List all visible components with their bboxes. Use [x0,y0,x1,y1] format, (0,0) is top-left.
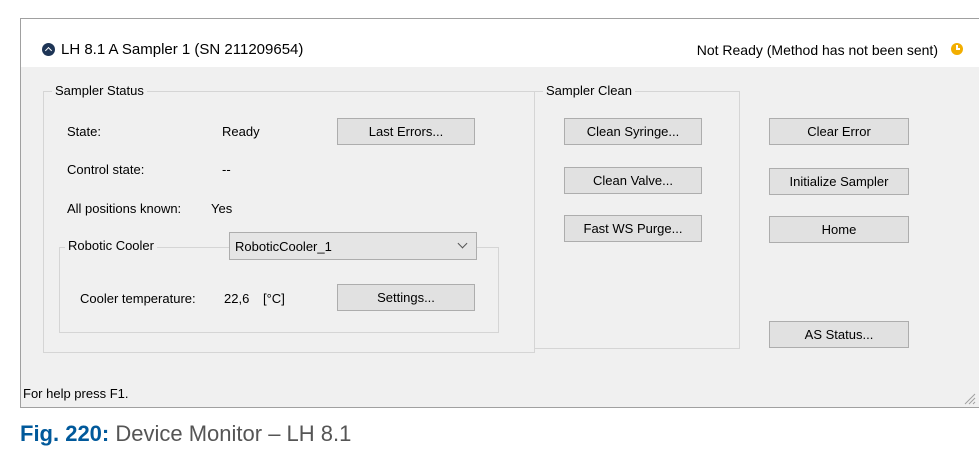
fast-ws-purge-button[interactable]: Fast WS Purge... [564,215,702,242]
cooler-temperature-value: 22,6 [224,291,250,306]
state-label: State: [67,124,101,139]
cooler-temperature-unit: [°C] [263,291,285,306]
sampler-status-label: Sampler Status [52,83,147,98]
cooler-temperature-label: Cooler temperature: [80,291,196,306]
help-text: For help press F1. [23,386,129,401]
last-errors-button[interactable]: Last Errors... [337,118,475,145]
figure-caption: Fig. 220: Device Monitor – LH 8.1 [20,421,351,447]
device-monitor-window: LH 8.1 A Sampler 1 (SN 211209654) Not Re… [20,18,979,408]
state-value: Ready [222,124,260,139]
initialize-sampler-button[interactable]: Initialize Sampler [769,168,909,195]
positions-known-label: All positions known: [67,201,182,216]
home-button[interactable]: Home [769,216,909,243]
positions-known-value: Yes [211,201,233,216]
clean-syringe-button[interactable]: Clean Syringe... [564,118,702,145]
title-bar: LH 8.1 A Sampler 1 (SN 211209654) Not Re… [21,19,979,67]
control-state-value: -- [222,162,231,177]
window-title: LH 8.1 A Sampler 1 (SN 211209654) [61,41,304,58]
robotic-cooler-dropdown[interactable]: RoboticCooler_1 [229,232,477,260]
clear-error-button[interactable]: Clear Error [769,118,909,145]
cooler-settings-button[interactable]: Settings... [337,284,475,311]
figure-title: Device Monitor – LH 8.1 [115,421,352,446]
resize-grip-icon[interactable] [962,391,976,405]
clean-valve-button[interactable]: Clean Valve... [564,167,702,194]
collapse-icon[interactable] [42,43,55,56]
figure-number: Fig. 220: [20,421,110,446]
robotic-cooler-selected: RoboticCooler_1 [235,239,332,254]
robotic-cooler-label: Robotic Cooler [65,238,157,253]
status-bar: For help press F1. [21,380,979,408]
device-status-text: Not Ready (Method has not been sent) [696,42,938,58]
sampler-clean-label: Sampler Clean [543,83,635,98]
control-state-label: Control state: [67,162,145,177]
chevron-down-icon [457,238,468,249]
clock-icon [951,43,963,55]
as-status-button[interactable]: AS Status... [769,321,909,348]
